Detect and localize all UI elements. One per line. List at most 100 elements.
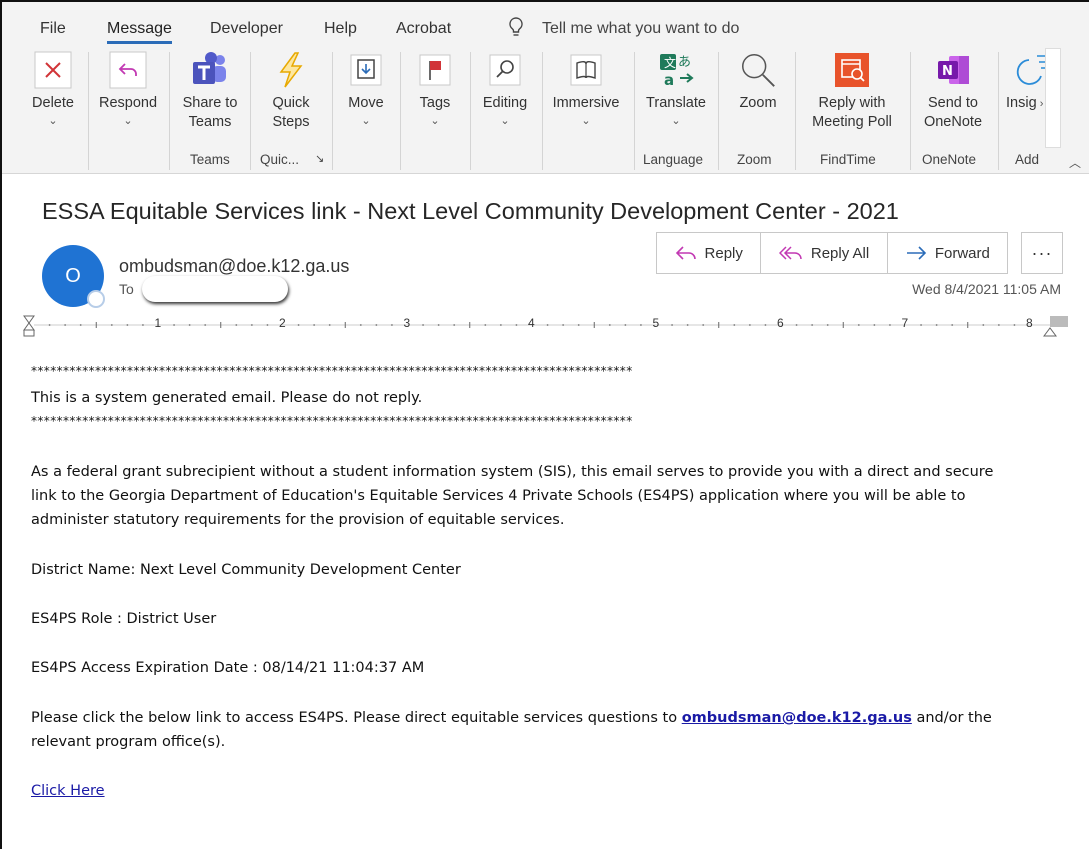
svg-text:文: 文 [664,55,676,70]
paragraph-line: link to the Georgia Department of Educat… [31,488,966,504]
more-actions-button[interactable]: ··· [1021,232,1063,274]
tell-me-search[interactable]: Tell me what you want to do [542,20,739,38]
svg-text:a: a [664,71,674,89]
ribbon-separator [718,52,719,170]
chevron-down-icon: ⌄ [361,115,371,127]
ribbon-separator [470,52,471,170]
menu-bar: File Message Developer Help Acrobat Tell… [2,2,1089,44]
ribbon-separator [169,52,170,170]
immersive-label: Immersive [552,95,620,111]
svg-text:あ: あ [678,55,691,70]
ruler-number: 8 [1026,316,1033,330]
share-to-teams-button[interactable]: Share to Teams [178,50,242,132]
ribbon-separator [88,52,89,170]
paragraph-line: As a federal grant subrecipient without … [31,464,994,480]
menu-developer[interactable]: Developer [210,20,283,38]
recipient-redacted [142,276,288,302]
group-findtime: FindTime [820,152,876,167]
collapse-ribbon-icon[interactable]: ︿ [1069,154,1081,171]
paragraph-text: and/or the [911,710,992,726]
reply-button[interactable]: Reply [657,233,762,273]
respond-button[interactable]: Respond ⌄ [96,50,160,129]
svg-text:N: N [942,64,953,79]
ribbon-separator [250,52,251,170]
menu-acrobat[interactable]: Acrobat [396,20,451,38]
paragraph-text: Please click the below link to access ES… [31,710,682,726]
forward-label: Forward [934,244,990,262]
more-icon: ··· [1031,242,1053,263]
access-expiration: ES4PS Access Expiration Date : 08/14/21 … [31,660,425,676]
forward-icon [906,246,926,260]
ruler-number: 6 [777,316,784,330]
meeting-poll-icon [832,50,872,90]
ruler-number: 2 [279,316,286,330]
reply-label: Reply [704,244,743,262]
insights-button[interactable]: Insig › [1006,50,1046,114]
reply-icon [675,246,696,260]
avatar-initial: O [65,264,81,287]
delete-button[interactable]: Delete ⌄ [30,50,76,129]
lightbulb-icon [509,17,523,36]
ruler-numbers: 1 2 3 4 5 6 7 8 [22,316,1072,336]
ribbon-separator [795,52,796,170]
ombudsman-email-link[interactable]: ombudsman@doe.k12.ga.us [682,710,912,726]
reply-all-label: Reply All [810,244,870,262]
ruler-number: 3 [403,316,411,330]
chevron-down-icon: ⌄ [671,115,681,127]
ruler-number: 4 [528,316,535,330]
zoom-button[interactable]: Zoom [730,50,786,113]
reply-with-meeting-poll-button[interactable]: Reply with Meeting Poll [802,50,902,132]
lightning-icon [271,50,311,90]
reply-all-button[interactable]: Reply All [761,233,888,273]
chevron-down-icon: ⌄ [48,115,58,127]
group-add: Add [1015,152,1040,167]
paragraph-line: Please click the below link to access ES… [31,710,992,726]
click-here-link[interactable]: Click Here [31,783,105,799]
ribbon-separator [542,52,543,170]
to-label: To [119,281,134,297]
paragraph-line: relevant program office(s). [31,734,226,750]
search-icon [485,50,525,90]
group-onenote: OneNote [922,152,977,167]
presence-status-icon [87,290,105,308]
sender-address[interactable]: ombudsman@doe.k12.ga.us [119,256,349,277]
separator-stars: ****************************************… [31,364,633,378]
ribbon-scrollbar[interactable] [1045,48,1061,148]
separator-stars: ****************************************… [31,414,633,428]
menu-file[interactable]: File [40,20,66,38]
forward-button[interactable]: Forward [888,233,1007,273]
message-date: Wed 8/4/2021 11:05 AM [912,281,1061,297]
translate-button[interactable]: 文あa Translate ⌄ [642,50,710,129]
tags-button[interactable]: Tags ⌄ [412,50,458,129]
reply-all-icon [778,246,802,260]
group-quick-steps: Quic... [260,152,300,167]
ribbon-separator [998,52,999,170]
translate-icon: 文あa [656,50,696,90]
chevron-down-icon: ⌄ [430,115,440,127]
outlook-message-window: File Message Developer Help Acrobat Tell… [0,0,1089,849]
menu-help[interactable]: Help [324,20,357,38]
move-label: Move [348,95,384,111]
group-teams: Teams [190,152,230,167]
message-actions: Reply Reply All Forward [656,232,1008,274]
ribbon-separator [634,52,635,170]
send-to-onenote-label: Send to OneNote [923,95,983,130]
menu-message[interactable]: Message [107,20,172,44]
respond-label: Respond [98,95,158,111]
ribbon: Delete ⌄ Respond ⌄ Share to Teams Quick … [2,44,1089,174]
editing-label: Editing [482,95,528,111]
meeting-poll-label: Reply with Meeting Poll [812,95,892,130]
immersive-reader-button[interactable]: Immersive ⌄ [548,50,624,129]
insights-label: Insig [1006,95,1037,111]
send-to-onenote-button[interactable]: N Send to OneNote [916,50,990,132]
system-notice: This is a system generated email. Please… [31,390,423,406]
move-button[interactable]: Move ⌄ [342,50,390,129]
quick-steps-button[interactable]: Quick Steps [260,50,322,132]
magnifier-icon [738,50,778,90]
group-zoom: Zoom [737,152,772,167]
ruler-number: 1 [154,316,162,330]
dialog-launcher-icon[interactable]: ↘ [315,152,324,165]
immersive-reader-icon [566,50,606,90]
editing-button[interactable]: Editing ⌄ [478,50,532,129]
chevron-down-icon: ⌄ [123,115,133,127]
